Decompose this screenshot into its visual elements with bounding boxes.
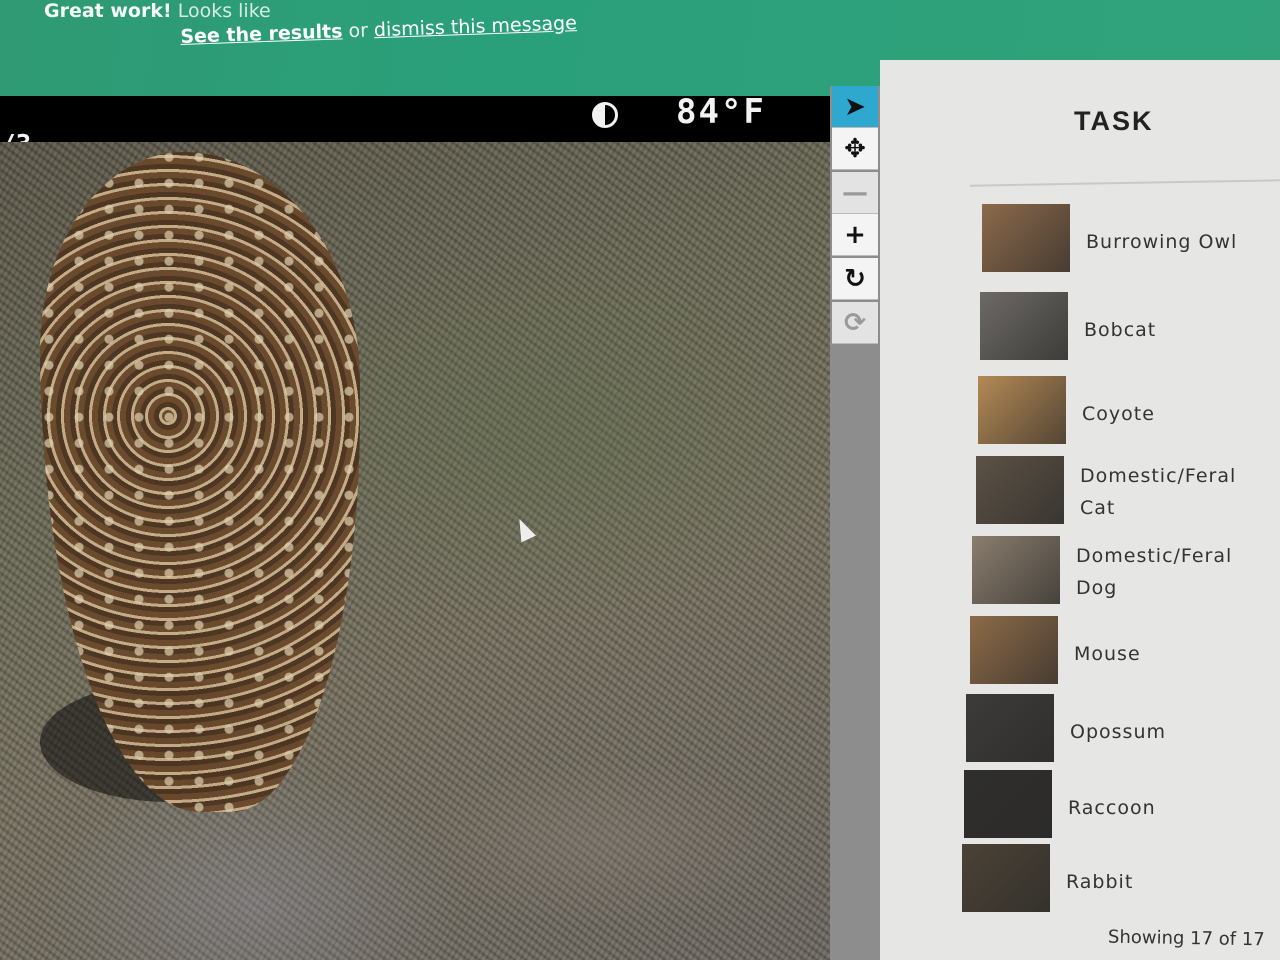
species-thumbnail xyxy=(982,204,1070,272)
species-thumbnail xyxy=(976,456,1064,524)
see-results-link[interactable]: See the results xyxy=(180,20,343,48)
subject-image-viewer[interactable]: 84°F /3 xyxy=(0,96,830,960)
species-thumbnail xyxy=(966,694,1054,762)
species-label: Bobcat xyxy=(1084,319,1157,341)
move-arrows-icon: ✥ xyxy=(844,133,866,164)
camera-info-bar: 84°F xyxy=(0,96,830,142)
species-choice[interactable]: Raccoon xyxy=(964,770,1264,840)
zoom-in-button[interactable]: + xyxy=(832,214,878,256)
species-choice[interactable]: Domestic/Feral Dog xyxy=(972,536,1272,606)
species-choice[interactable]: Mouse xyxy=(970,616,1270,686)
species-thumbnail xyxy=(978,376,1066,444)
move-arrows-button[interactable]: ✥ xyxy=(832,128,878,170)
species-label: Rabbit xyxy=(1066,871,1134,893)
species-thumbnail xyxy=(962,844,1050,912)
reset-button[interactable]: ⟳ xyxy=(832,302,878,344)
image-toolbar: ➤ ✥ — + ↻ ⟳ xyxy=(830,86,880,960)
species-choice[interactable]: Coyote xyxy=(978,376,1278,446)
species-label: Mouse xyxy=(1074,643,1141,665)
rotate-button[interactable]: ↻ xyxy=(832,258,878,300)
banner-message: Great work! Looks like xyxy=(44,0,271,22)
banner-message-tail: Looks like xyxy=(171,0,271,22)
dismiss-message-link[interactable]: dismiss this message xyxy=(374,12,578,41)
species-label: Opossum xyxy=(1070,721,1166,743)
camera-trap-photo[interactable] xyxy=(0,142,830,960)
species-choice[interactable]: Opossum xyxy=(966,694,1266,764)
reset-icon: ⟳ xyxy=(844,307,866,338)
species-label: Raccoon xyxy=(1068,797,1156,819)
zoom-out-button[interactable]: — xyxy=(832,172,878,214)
mouse-cursor-icon xyxy=(512,515,536,543)
species-choice[interactable]: Bobcat xyxy=(980,292,1280,362)
species-label: Domestic/Feral Cat xyxy=(1080,465,1237,519)
species-label: Domestic/Feral Dog xyxy=(1076,545,1233,599)
select-pointer-button[interactable]: ➤ xyxy=(832,86,878,128)
moon-phase-icon xyxy=(592,102,618,128)
task-title: TASK xyxy=(1074,106,1154,136)
species-label: Burrowing Owl xyxy=(1086,231,1238,253)
species-label: Coyote xyxy=(1082,403,1155,425)
species-thumbnail xyxy=(972,536,1060,604)
species-thumbnail xyxy=(980,292,1068,360)
species-thumbnail xyxy=(964,770,1052,838)
species-thumbnail xyxy=(970,616,1058,684)
zoom-out-icon: — xyxy=(842,177,868,208)
rotate-icon: ↻ xyxy=(844,263,866,294)
species-choice[interactable]: Rabbit xyxy=(962,844,1262,914)
select-pointer-icon: ➤ xyxy=(844,91,866,122)
banner-connector: or xyxy=(342,19,375,43)
showing-count: Showing 17 of 17 xyxy=(1107,926,1265,951)
species-choice[interactable]: Domestic/Feral Cat xyxy=(976,456,1276,526)
species-choice[interactable]: Burrowing Owl xyxy=(982,204,1280,274)
banner-message-text: Great work! xyxy=(44,0,172,22)
zoom-in-icon: + xyxy=(844,219,866,250)
temperature-readout: 84°F xyxy=(676,96,766,132)
